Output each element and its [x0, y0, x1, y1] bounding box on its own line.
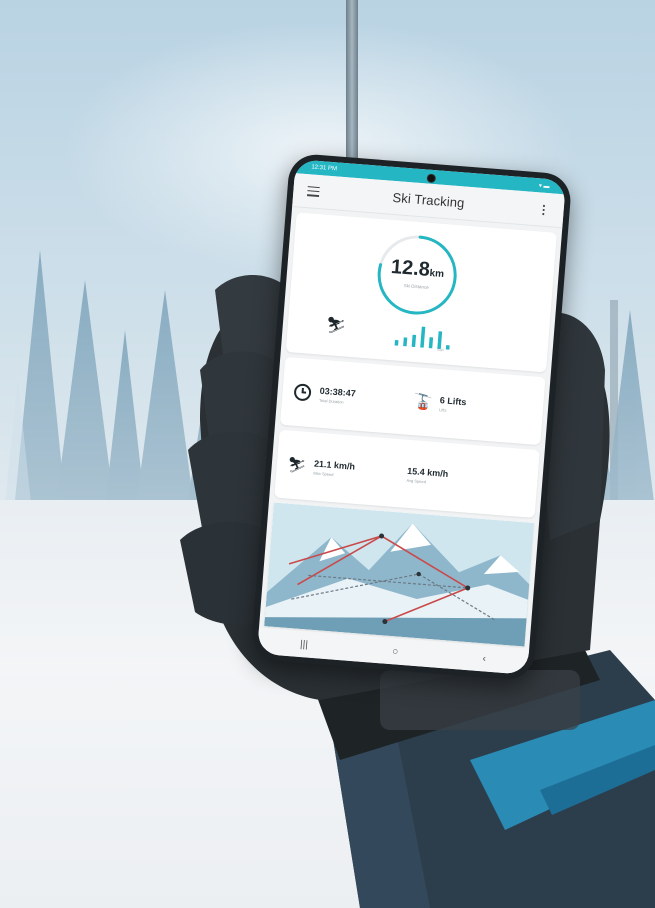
route-map-illustration [264, 502, 535, 647]
downhill-skier-icon: ⛷ [286, 456, 307, 475]
bar-label: Sun [437, 347, 444, 353]
chairlift-icon: 🚡 [412, 393, 433, 412]
status-time: 12:31 PM [311, 164, 338, 173]
avg-speed-value: 15.4 km/h [406, 465, 449, 479]
front-camera [425, 173, 436, 184]
distance-unit: km [429, 267, 445, 281]
distance-card[interactable]: 12.8km Ski Distance ⛷ Sun [285, 212, 557, 373]
app-title: Ski Tracking [392, 189, 466, 211]
smartphone: 12:31 PM ▾ ▬ Ski Tracking ⋮ 12.8km Ski D… [250, 152, 573, 682]
duration-value: 03:38:47 [319, 385, 357, 399]
avg-speed-stat: 15.4 km/h Avg Speed [406, 465, 527, 491]
duration-label: Total Duration [318, 397, 344, 405]
clock-icon [292, 382, 314, 404]
duration-stat: 03:38:47 Total Duration [292, 382, 414, 411]
phone-screen: 12:31 PM ▾ ▬ Ski Tracking ⋮ 12.8km Ski D… [256, 159, 567, 675]
max-speed-stat: ⛷ 21.1 km/h Max Speed [286, 454, 408, 483]
activity-bar [420, 326, 426, 348]
route-map[interactable] [264, 502, 535, 647]
status-icons: ▾ ▬ [538, 182, 550, 190]
max-speed-value: 21.1 km/h [313, 458, 356, 472]
distance-number: 12.8 [390, 255, 431, 281]
recents-button[interactable]: ||| [300, 638, 309, 650]
activity-bar [437, 331, 443, 350]
more-vert-icon[interactable]: ⋮ [537, 202, 550, 217]
avg-speed-label: Avg Speed [406, 477, 427, 484]
lifts-value: 6 Lifts [439, 394, 467, 407]
skier-icon: ⛷ [325, 317, 347, 336]
back-button[interactable]: ‹ [482, 653, 486, 664]
menu-icon[interactable] [307, 185, 320, 197]
max-speed-label: Max Speed [313, 469, 334, 477]
lifts-label: Lifts [439, 406, 447, 413]
home-button[interactable]: ○ [392, 646, 399, 657]
lifts-stat: 🚡 6 Lifts Lifts [412, 391, 534, 420]
